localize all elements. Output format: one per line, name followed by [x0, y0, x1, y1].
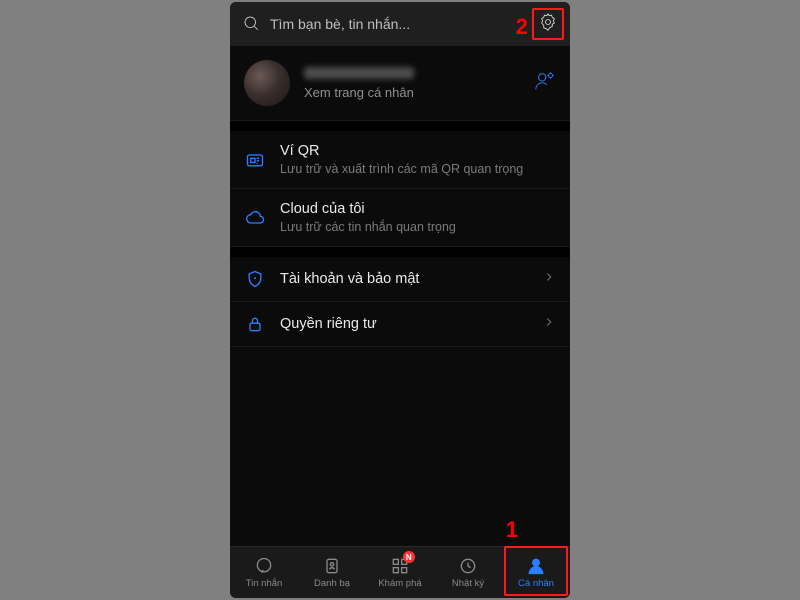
contacts-icon: [322, 556, 342, 576]
person-icon: [526, 556, 546, 576]
header: Tìm bạn bè, tin nhắn...: [230, 2, 570, 46]
tab-label: Nhật ký: [452, 578, 484, 589]
profile-row[interactable]: Xem trang cá nhân: [230, 46, 570, 121]
qr-icon: [244, 150, 266, 170]
cloud-icon: [244, 208, 266, 228]
chevron-right-icon: [542, 270, 556, 289]
tab-discover[interactable]: N Khám phá: [366, 547, 434, 598]
qr-sub: Lưu trữ và xuất trình các mã QR quan trọ…: [280, 162, 556, 176]
clock-icon: [458, 556, 478, 576]
content: Xem trang cá nhân Ví QR Lưu trữ và xuất …: [230, 46, 570, 546]
shield-icon: [244, 269, 266, 289]
qr-title: Ví QR: [280, 143, 556, 159]
settings-button[interactable]: [532, 8, 564, 40]
privacy-row[interactable]: Quyền riêng tư: [230, 302, 570, 347]
tab-messages[interactable]: Tin nhắn: [230, 547, 298, 598]
avatar: [244, 60, 290, 106]
discover-badge: N: [403, 551, 415, 563]
search-placeholder: Tìm bạn bè, tin nhắn...: [270, 16, 410, 32]
cloud-sub: Lưu trữ các tin nhắn quan trọng: [280, 220, 556, 234]
privacy-title: Quyền riêng tư: [280, 316, 528, 332]
tab-label: Khám phá: [378, 578, 421, 589]
tab-me[interactable]: Cá nhân: [502, 547, 570, 598]
security-row[interactable]: Tài khoản và bảo mật: [230, 257, 570, 302]
qr-wallet-row[interactable]: Ví QR Lưu trữ và xuất trình các mã QR qu…: [230, 131, 570, 189]
tab-label: Cá nhân: [518, 578, 554, 589]
cloud-row[interactable]: Cloud của tôi Lưu trữ các tin nhắn quan …: [230, 189, 570, 247]
tab-label: Danh bạ: [314, 578, 350, 589]
profile-name-blur: [304, 67, 414, 79]
tab-label: Tin nhắn: [246, 578, 283, 589]
phone-screen: Tìm bạn bè, tin nhắn... 2 Xem trang cá n…: [230, 2, 570, 598]
search-bar[interactable]: Tìm bạn bè, tin nhắn...: [242, 14, 532, 35]
tab-bar: Tin nhắn Danh bạ N Khám phá Nhật ký Cá n…: [230, 546, 570, 598]
cloud-title: Cloud của tôi: [280, 201, 556, 217]
profile-subtitle: Xem trang cá nhân: [304, 85, 520, 100]
chat-icon: [254, 556, 274, 576]
tab-diary[interactable]: Nhật ký: [434, 547, 502, 598]
add-friend-icon[interactable]: [534, 70, 556, 97]
gear-icon: [538, 12, 558, 37]
search-icon: [242, 14, 260, 35]
chevron-right-icon: [542, 315, 556, 334]
lock-icon: [244, 314, 266, 334]
security-title: Tài khoản và bảo mật: [280, 271, 528, 287]
tab-contacts[interactable]: Danh bạ: [298, 547, 366, 598]
